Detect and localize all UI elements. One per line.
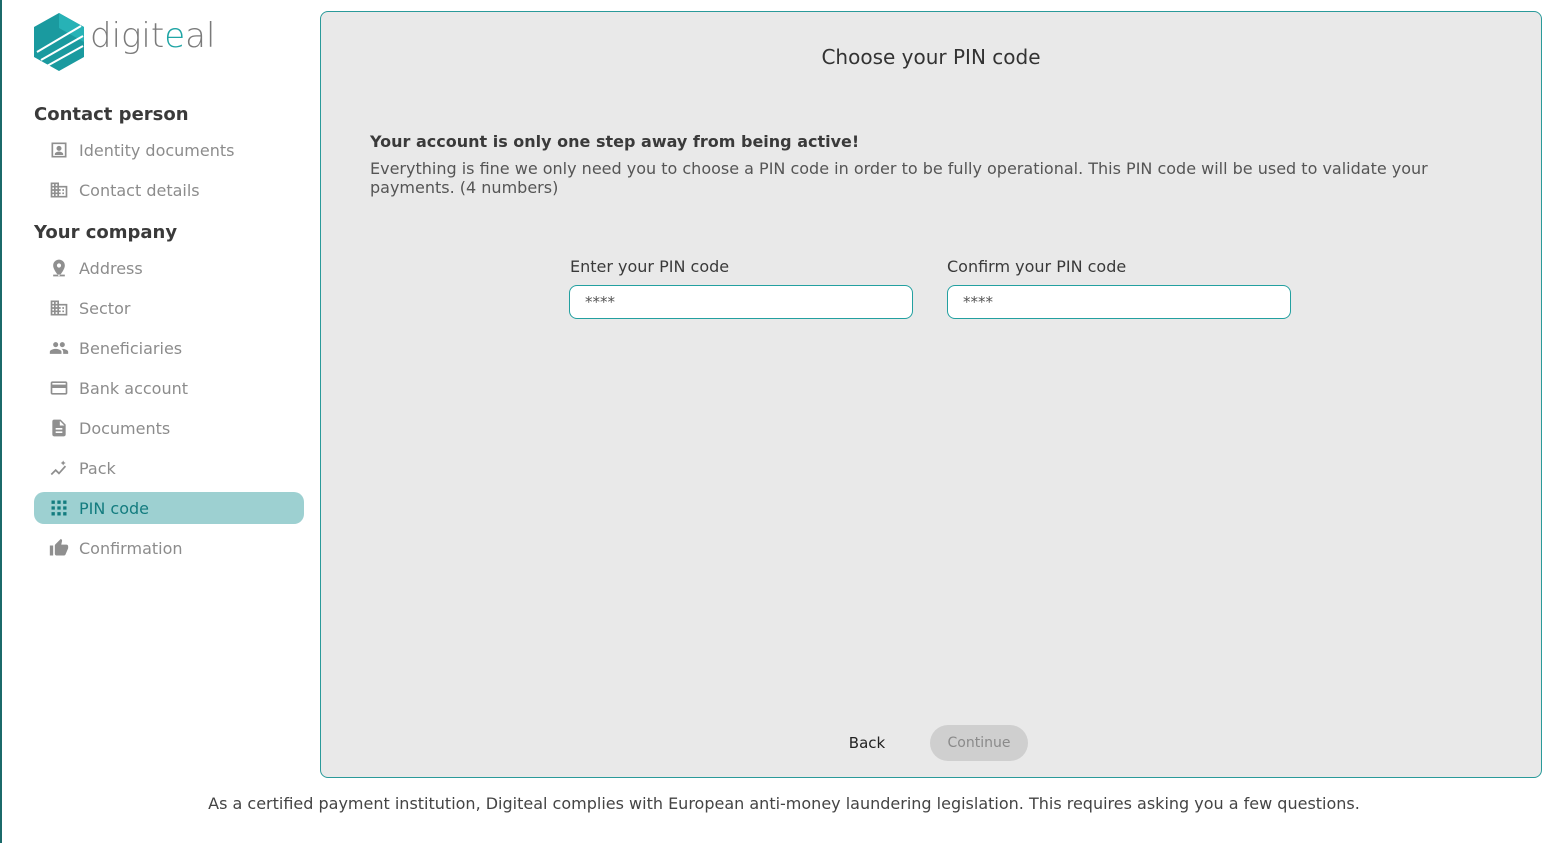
sidebar-item-documents[interactable]: Documents bbox=[34, 412, 304, 444]
sidebar-item-identity-documents[interactable]: Identity documents bbox=[34, 134, 304, 166]
chart-line-icon bbox=[48, 457, 70, 479]
page-title: Choose your PIN code bbox=[821, 45, 1041, 69]
people-icon bbox=[48, 337, 70, 359]
sidebar-item-confirmation[interactable]: Confirmation bbox=[34, 532, 304, 564]
confirm-pin-input[interactable] bbox=[947, 285, 1291, 319]
window-edge bbox=[0, 0, 2, 843]
sidebar-item-label: Pack bbox=[79, 458, 116, 478]
sidebar-item-contact-details[interactable]: Contact details bbox=[34, 174, 304, 206]
sidebar-item-beneficiaries[interactable]: Beneficiaries bbox=[34, 332, 304, 364]
intro-heading: Your account is only one step away from … bbox=[370, 132, 860, 151]
sidebar-item-pin-code[interactable]: PIN code bbox=[34, 492, 304, 524]
sidebar-item-label: Beneficiaries bbox=[79, 338, 183, 358]
id-card-icon bbox=[48, 139, 70, 161]
sidebar-item-bank-account[interactable]: Bank account bbox=[34, 372, 304, 404]
sidebar-item-label: Sector bbox=[79, 298, 131, 318]
back-button[interactable]: Back bbox=[834, 725, 900, 761]
sidebar-item-sector[interactable]: Sector bbox=[34, 292, 304, 324]
pin-input[interactable] bbox=[569, 285, 913, 319]
pin-code-panel: Choose your PIN code Your account is onl… bbox=[320, 11, 1542, 778]
intro-description: Everything is fine we only need you to c… bbox=[370, 159, 1428, 197]
logo-wordmark: digiteal bbox=[90, 16, 216, 56]
logo-hexagon-icon bbox=[34, 13, 84, 71]
sidebar-item-label: Documents bbox=[79, 418, 171, 438]
section-title-contact-person: Contact person bbox=[34, 104, 189, 125]
thumb-up-icon bbox=[48, 537, 70, 559]
footer-note-text: As a certified payment institution, Digi… bbox=[208, 794, 1360, 813]
continue-button[interactable]: Continue bbox=[930, 725, 1028, 761]
confirm-pin-field-label: Confirm your PIN code bbox=[947, 257, 1127, 276]
location-pin-icon bbox=[48, 257, 70, 279]
building-icon bbox=[48, 297, 70, 319]
sidebar-item-label: Identity documents bbox=[79, 140, 235, 160]
digiteal-logo: digiteal bbox=[33, 12, 215, 72]
sidebar-item-label: Bank account bbox=[79, 378, 189, 398]
building-icon bbox=[48, 179, 70, 201]
credit-card-icon bbox=[48, 377, 70, 399]
pin-field-label: Enter your PIN code bbox=[570, 257, 730, 276]
sidebar-item-label: Confirmation bbox=[79, 538, 183, 558]
sidebar-item-label: PIN code bbox=[79, 498, 150, 518]
sidebar-item-label: Address bbox=[79, 258, 143, 278]
sidebar-item-label: Contact details bbox=[79, 180, 200, 200]
document-icon bbox=[48, 417, 70, 439]
sidebar-item-pack[interactable]: Pack bbox=[34, 452, 304, 484]
sidebar-item-address[interactable]: Address bbox=[34, 252, 304, 284]
footer-note: As a certified payment institution, Digi… bbox=[0, 794, 1554, 813]
section-title-your-company: Your company bbox=[34, 222, 178, 243]
keypad-icon bbox=[48, 497, 70, 519]
